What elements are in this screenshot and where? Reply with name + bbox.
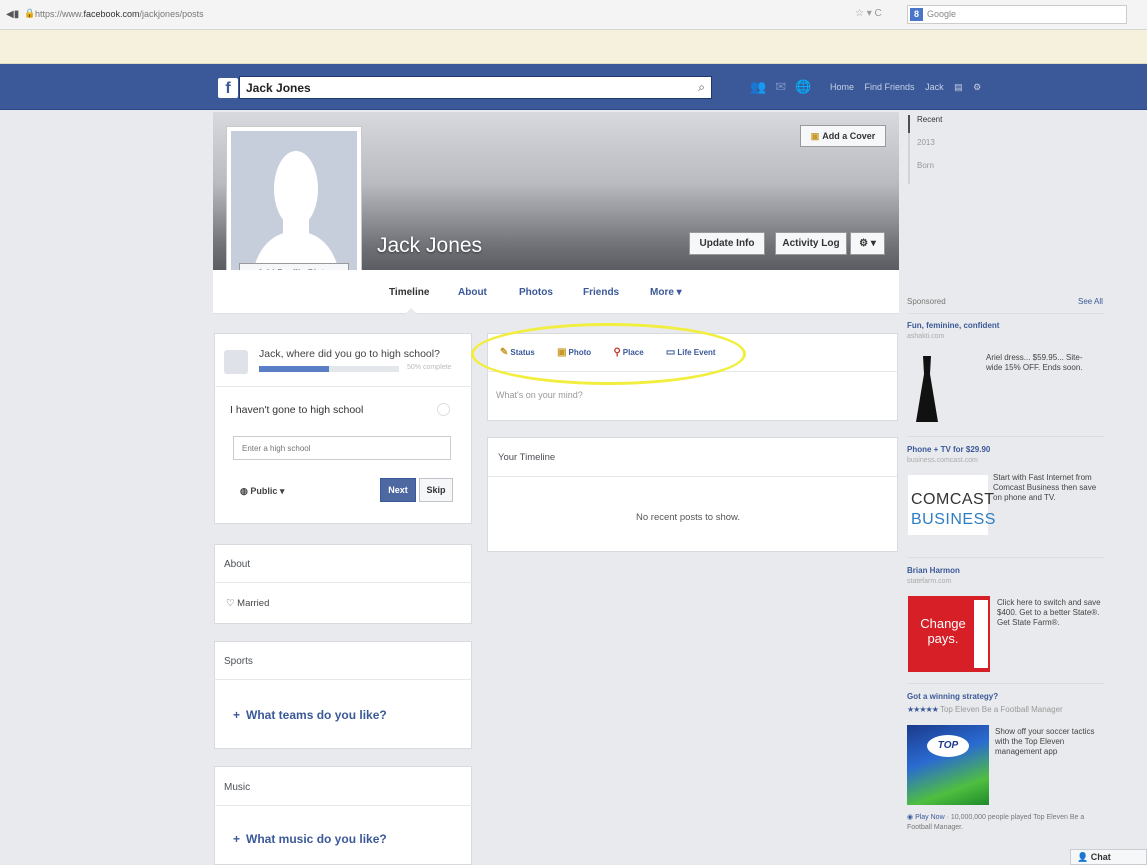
divider [214,582,472,583]
plus-icon: + [233,708,241,722]
profile-progress-bar [259,366,399,372]
empty-timeline-message: No recent posts to show. [636,512,741,523]
dress-ad-image[interactable] [912,354,942,424]
play-now-link[interactable]: Play Now [915,814,945,821]
divider [214,805,472,806]
divider [214,679,472,680]
address-bar[interactable]: https://www.facebook.com/jackjones/posts [35,9,204,19]
ad-text: Show off your soccer tactics with the To… [995,727,1095,756]
chat-button[interactable]: 👤 Chat [1070,849,1147,865]
divider [907,557,1105,558]
active-tab-indicator [405,308,417,314]
update-info-button[interactable]: Update Info [689,232,765,255]
ad-title[interactable]: Fun, feminine, confident [907,321,999,330]
school-icon [224,350,248,374]
tab-friends[interactable]: Friends [583,287,619,298]
statefarm-logo-strip [974,600,988,668]
reload-icon[interactable]: ☆ ▾ C [855,8,882,19]
highschool-input[interactable] [233,436,451,460]
stars-icon: ★★★★★ [907,705,939,714]
profile-tabs [213,270,899,314]
sponsored-label: Sponsored [907,297,946,306]
tab-timeline[interactable]: Timeline [389,287,429,298]
ad-text: Click here to switch and save $400. Get … [997,598,1101,627]
about-card [214,544,472,624]
lock-icon: 🔒 [24,8,36,18]
nav-find-friends[interactable]: Find Friends [865,82,915,92]
privacy-selector[interactable]: ◍ Public ▾ [240,486,284,497]
notifications-icon[interactable]: 🌐 [795,79,811,95]
see-all-link[interactable]: See All [1078,297,1103,306]
settings-gear-icon[interactable]: ⚙ [973,82,981,92]
profile-name[interactable]: Jack Jones [377,234,482,258]
add-cover-button[interactable]: ▣ Add a Cover [800,125,886,147]
year-2013[interactable]: 2013 [917,138,942,161]
globe-icon: ◍ [240,486,251,496]
facebook-search[interactable]: ⌕ [239,76,712,99]
progress-fill [259,366,329,372]
active-year-marker [908,115,910,133]
music-title[interactable]: Music [224,782,250,793]
sports-title[interactable]: Sports [224,656,253,667]
back-icon[interactable]: ◀▮ [6,9,19,20]
music-card [214,766,472,865]
divider [907,683,1105,684]
plus-icon: + [233,832,241,846]
activity-log-button[interactable]: Activity Log [775,232,847,255]
tab-photos[interactable]: Photos [519,287,553,298]
divider [907,313,1105,314]
browser-search-input[interactable]: 8 Google [907,5,1127,24]
heart-icon: ♡ [226,598,238,609]
facebook-header: f ⌕ 👥 ✉ 🌐 Home Find Friends Jack ▤ ⚙ [0,64,1147,110]
app-icon: ◉ [907,814,916,821]
nav-profile[interactable]: Jack [925,82,944,92]
ad-social-context: ◉ Play Now · 10,000,000 people played To… [907,814,1085,831]
ad-url[interactable]: ashakti.com [907,333,944,340]
ad-url[interactable]: statefarm.com [907,578,951,585]
search-input[interactable] [240,77,680,98]
friend-requests-icon[interactable]: 👥 [750,79,766,95]
facebook-logo[interactable]: f [218,78,238,98]
divider [214,386,472,387]
messages-icon[interactable]: ✉ [775,79,786,95]
add-sports-link[interactable]: + What teams do you like? [233,708,387,722]
about-title[interactable]: About [224,559,250,570]
ad-text: Ariel dress... $59.95... Site-wide 15% O… [986,353,1083,372]
timeline-title: Your Timeline [498,452,556,463]
nav-home[interactable]: Home [830,82,854,92]
divider [907,436,1105,437]
add-music-link[interactable]: + What music do you like? [233,832,387,846]
privacy-shortcuts-icon[interactable]: ▤ [954,82,963,92]
annotation-ellipse [471,323,746,385]
settings-gear-dropdown-icon[interactable]: ⚙ ▾ [850,232,885,255]
ad-title[interactable]: Brian Harmon [907,566,960,575]
browser-toolbar: ◀▮ 🔒 https://www.facebook.com/jackjones/… [0,0,1147,30]
relationship-status: ♡ Married [226,598,270,609]
search-icon[interactable]: ⌕ [698,80,705,95]
divider [488,476,897,477]
ad-title[interactable]: Got a winning strategy? [907,692,998,701]
no-highschool-radio[interactable] [437,403,450,416]
next-button[interactable]: Next [380,478,416,502]
skip-button[interactable]: Skip [419,478,453,502]
rating: ★★★★★ Top Eleven Be a Football Manager [907,705,1063,714]
ad-title[interactable]: Phone + TV for $29.90 [907,445,990,454]
camera-icon: ▣ [810,131,820,141]
top-eleven-ad-image[interactable]: TOP [907,725,989,805]
chat-icon: 👤 [1077,852,1091,862]
tab-about[interactable]: About [458,287,487,298]
year-recent[interactable]: Recent [917,115,942,138]
progress-text: 50% complete [407,364,452,371]
ad-text: Start with Fast Internet from Comcast Bu… [993,473,1097,502]
tab-more[interactable]: More ▾ [650,287,682,298]
highschool-question: Jack, where did you go to high school? [259,348,440,360]
comcast-ad-image[interactable]: COMCAST BUSINESS [908,475,995,535]
no-highschool-option[interactable]: I haven't gone to high school [230,404,363,416]
statefarm-ad-image[interactable]: Change pays. [908,596,990,672]
search-engine-icon: 8 [910,8,923,21]
year-navigation: Recent 2013 Born [908,115,942,184]
ad-url[interactable]: business.comcast.com [907,457,978,464]
year-born[interactable]: Born [917,161,942,184]
notification-bar [0,30,1147,64]
